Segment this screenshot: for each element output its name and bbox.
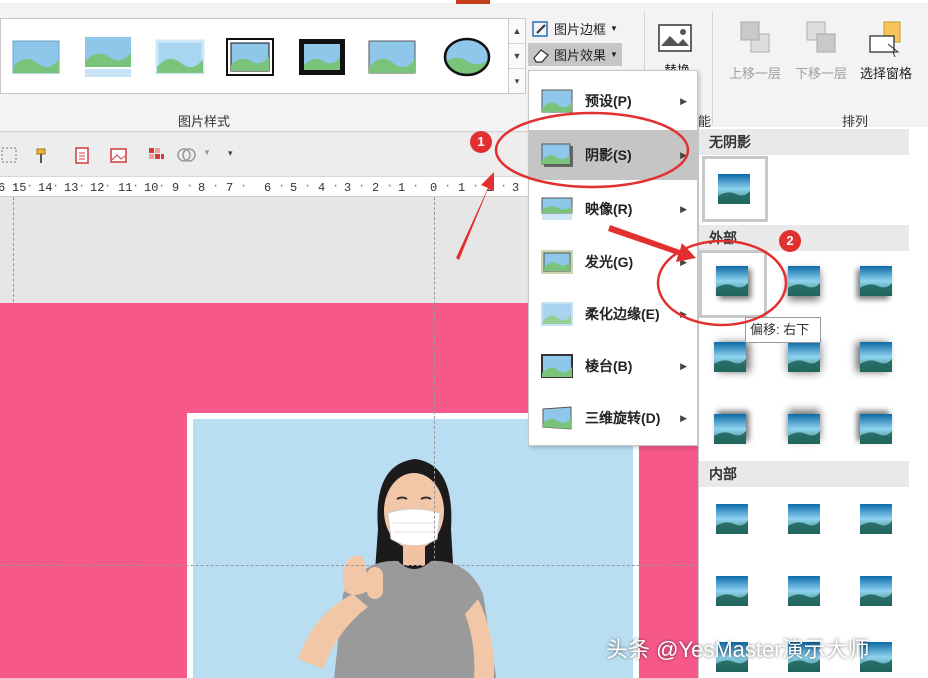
annotation-layer xyxy=(456,111,788,327)
highlight-ellipse-1 xyxy=(494,111,690,189)
arrow-2 xyxy=(608,225,696,262)
arrow-1 xyxy=(456,172,494,260)
watermark: 头条 @YesMaster演示大师 xyxy=(606,637,870,662)
step-badge-2: 2 xyxy=(779,230,801,252)
powerpoint-window: ▲ ▼ ▾ 图片样式 图片边框 ▼ 图片效果 ▼ 替换 能 上移一层 下移一层 xyxy=(0,0,928,678)
step-badge-1: 1 xyxy=(470,131,492,153)
